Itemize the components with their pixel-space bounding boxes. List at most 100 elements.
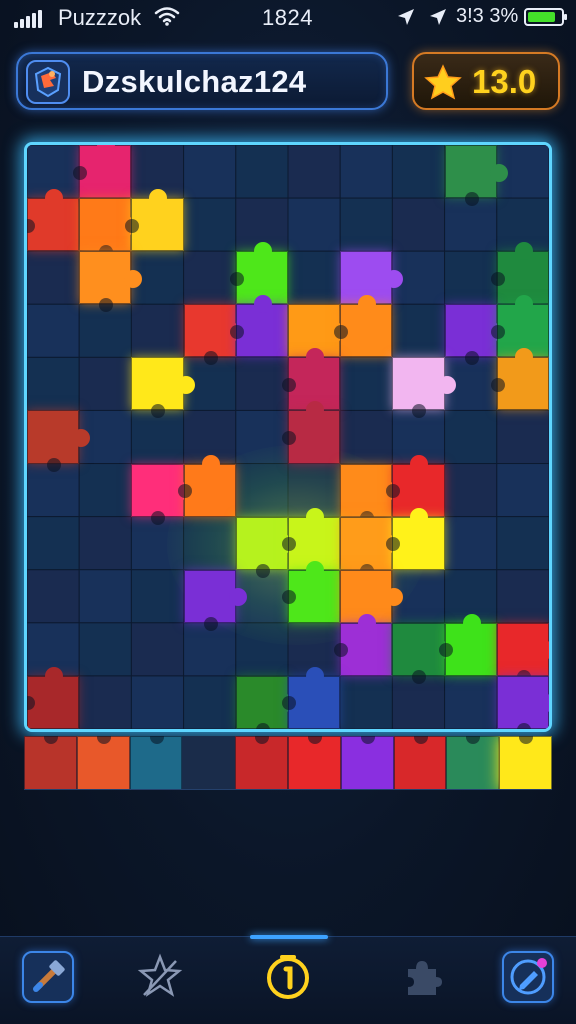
nav-pieces-button[interactable]: [396, 951, 448, 1003]
tray-piece[interactable]: [129, 736, 183, 789]
tray-piece[interactable]: [393, 736, 447, 789]
tray-piece[interactable]: [235, 736, 288, 789]
board-cell[interactable]: [183, 675, 237, 729]
puzzle-piece[interactable]: [183, 569, 247, 631]
puzzle-piece[interactable]: [340, 516, 404, 578]
puzzle-piece[interactable]: [334, 295, 393, 358]
tray-piece[interactable]: [340, 736, 394, 789]
puzzle-piece[interactable]: [177, 454, 236, 517]
nav-edit-button[interactable]: [502, 951, 554, 1003]
board-cell[interactable]: [444, 463, 498, 518]
puzzle-piece[interactable]: [392, 357, 456, 419]
board-cell[interactable]: [444, 197, 498, 252]
puzzle-piece[interactable]: [73, 145, 132, 199]
puzzle-piece[interactable]: [282, 666, 341, 729]
board-cell[interactable]: [287, 250, 341, 305]
tray-piece[interactable]: [288, 736, 341, 789]
piece-notch: [27, 696, 35, 711]
board-cell[interactable]: [391, 145, 446, 199]
score-panel[interactable]: 13.0: [412, 52, 560, 110]
board-cell[interactable]: [235, 145, 289, 199]
level-title-panel[interactable]: Dzskulchaz124: [16, 52, 388, 110]
tray-piece[interactable]: [76, 736, 130, 789]
board-cell[interactable]: [235, 463, 289, 518]
board-cell[interactable]: [444, 250, 498, 305]
board-cell[interactable]: [27, 569, 80, 624]
piece-tray[interactable]: [24, 736, 552, 790]
board-cell[interactable]: [78, 303, 132, 358]
piece-notch: [490, 324, 505, 339]
board-cell[interactable]: [339, 145, 393, 199]
puzzle-piece[interactable]: [27, 189, 80, 252]
board-cell[interactable]: [339, 356, 393, 411]
puzzle-piece[interactable]: [392, 622, 456, 684]
board-cell[interactable]: [27, 356, 80, 411]
puzzle-piece[interactable]: [131, 357, 195, 419]
board-cell[interactable]: [27, 303, 80, 358]
puzzle-piece[interactable]: [438, 613, 497, 676]
board-cell[interactable]: [183, 250, 237, 305]
puzzle-piece[interactable]: [79, 251, 143, 313]
puzzle-piece[interactable]: [229, 295, 288, 358]
tray-piece[interactable]: [24, 736, 77, 789]
puzzle-piece[interactable]: [444, 304, 508, 366]
board-cell[interactable]: [78, 463, 132, 518]
board-cell[interactable]: [287, 145, 341, 199]
puzzle-piece[interactable]: [131, 463, 195, 525]
puzzle-piece[interactable]: [27, 410, 91, 472]
board-cell[interactable]: [183, 197, 237, 252]
tray-piece[interactable]: [499, 736, 552, 789]
board-cell[interactable]: [130, 303, 185, 358]
board-cell[interactable]: [78, 622, 132, 677]
board-cell[interactable]: [444, 516, 498, 571]
board-cell[interactable]: [496, 463, 549, 518]
puzzle-piece[interactable]: [235, 516, 299, 578]
puzzle-piece[interactable]: [125, 189, 184, 252]
puzzle-piece[interactable]: [496, 622, 549, 684]
board-cell[interactable]: [130, 622, 185, 677]
nav-tools-button[interactable]: [22, 951, 74, 1003]
board-cell[interactable]: [235, 356, 289, 411]
board-cell[interactable]: [78, 569, 132, 624]
nav-favorites-button[interactable]: [134, 951, 186, 1003]
puzzle-piece[interactable]: [444, 145, 508, 207]
board-cell[interactable]: [496, 516, 549, 571]
puzzle-piece[interactable]: [282, 560, 341, 623]
board-cell[interactable]: [130, 675, 185, 729]
puzzle-piece[interactable]: [27, 666, 80, 729]
board-cell[interactable]: [183, 145, 237, 199]
board-cell[interactable]: [78, 356, 132, 411]
board-cell[interactable]: [130, 409, 185, 465]
board-cell[interactable]: [27, 250, 80, 305]
board-cell[interactable]: [391, 197, 446, 252]
board-cell[interactable]: [235, 409, 289, 465]
board-cell[interactable]: [287, 197, 341, 252]
puzzle-piece[interactable]: [235, 675, 299, 729]
board-cell[interactable]: [444, 409, 498, 465]
board-cell[interactable]: [391, 303, 446, 358]
board-cell[interactable]: [339, 197, 393, 252]
board-cell[interactable]: [27, 516, 80, 571]
board-cell[interactable]: [339, 409, 393, 465]
board-cell[interactable]: [78, 516, 132, 571]
board-cell[interactable]: [130, 569, 185, 624]
nav-timer-button[interactable]: [262, 951, 314, 1003]
puzzle-piece[interactable]: [340, 463, 404, 525]
board-cell[interactable]: [183, 516, 237, 571]
puzzle-piece[interactable]: [79, 198, 143, 260]
puzzle-piece[interactable]: [282, 401, 341, 464]
board-cell[interactable]: [339, 675, 393, 729]
board-cell[interactable]: [444, 675, 498, 729]
board-cell[interactable]: [235, 622, 289, 677]
puzzle-board[interactable]: [24, 142, 552, 732]
tray-piece[interactable]: [446, 736, 500, 789]
board-cell[interactable]: [78, 675, 132, 729]
board-cell[interactable]: [496, 569, 549, 624]
puzzle-piece[interactable]: [490, 348, 549, 411]
puzzle-piece[interactable]: [386, 507, 445, 570]
board-cell[interactable]: [496, 409, 549, 465]
puzzle-piece[interactable]: [496, 675, 549, 729]
puzzle-piece[interactable]: [334, 613, 393, 676]
wifi-icon: [154, 6, 180, 31]
puzzle-piece[interactable]: [183, 304, 247, 366]
